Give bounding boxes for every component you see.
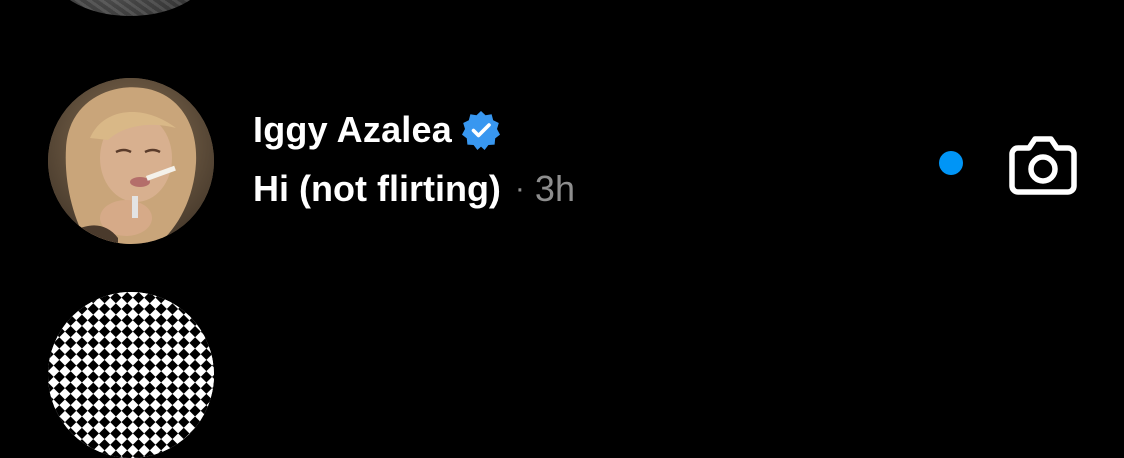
- unread-indicator: [939, 151, 963, 175]
- camera-icon: [1009, 136, 1077, 195]
- camera-button[interactable]: [1008, 134, 1078, 196]
- conversation-row[interactable]: Iggy Azalea Hi (not flirting) · 3h: [0, 70, 1124, 244]
- previous-conversation-avatar[interactable]: [48, 0, 212, 16]
- verified-badge-icon: [460, 109, 502, 151]
- timestamp: 3h: [534, 168, 575, 209]
- contact-name: Iggy Azalea: [253, 109, 452, 150]
- separator-dot: ·: [514, 172, 525, 205]
- next-conversation-avatar[interactable]: [48, 292, 214, 458]
- avatar[interactable]: [48, 78, 214, 244]
- message-preview: Hi (not flirting): [253, 168, 501, 209]
